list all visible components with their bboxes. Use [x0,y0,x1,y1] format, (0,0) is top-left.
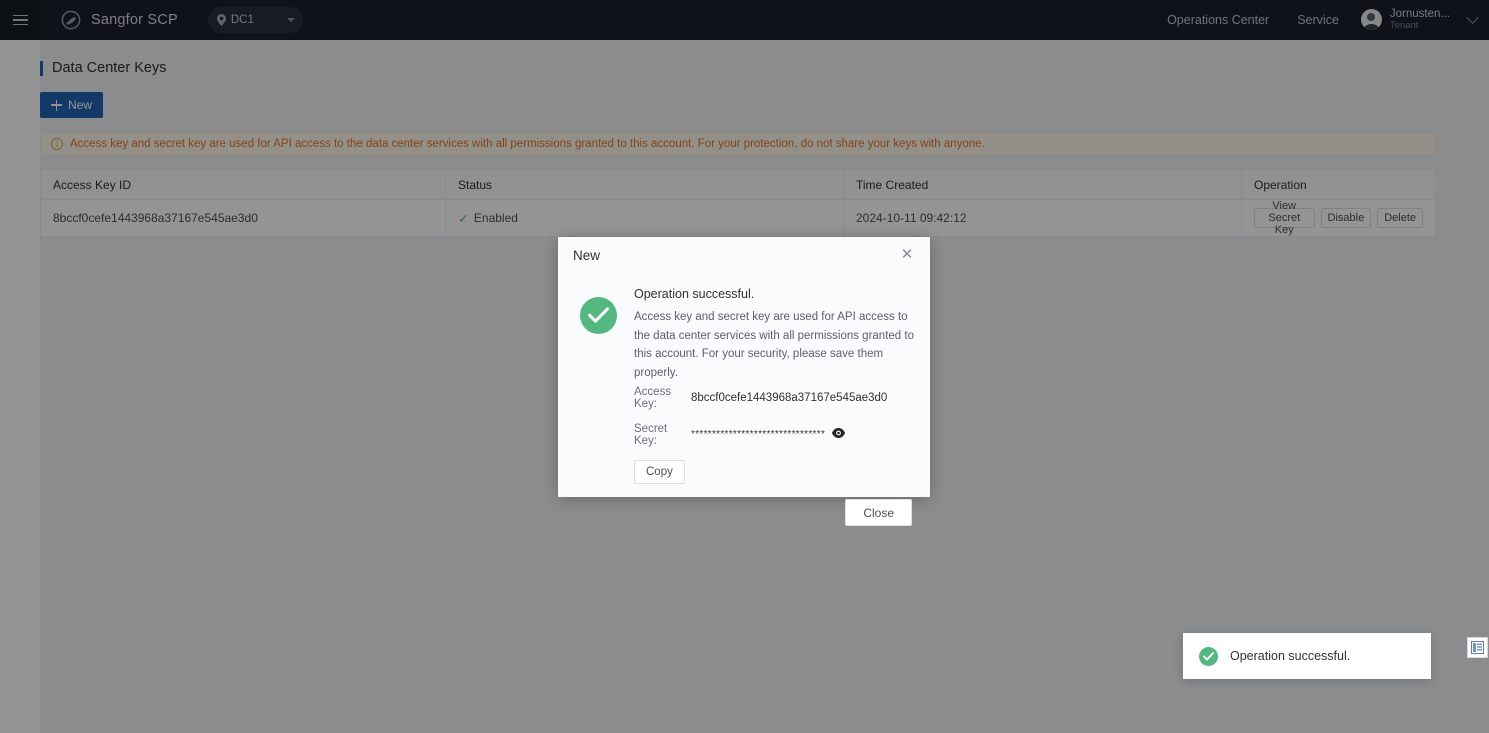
dialog-description: Access key and secret key are used for A… [634,311,914,379]
panel-toggle-button[interactable] [1467,637,1488,658]
toast-message: Operation successful. [1230,649,1351,663]
dialog-text-block: Operation successful. Access key and sec… [634,287,914,484]
success-toast: Operation successful. [1183,633,1431,679]
access-key-row: Access Key: 8bccf0cefe1443968a37167e545a… [634,386,914,410]
new-key-dialog: New ✕ Operation successful. Access key a… [558,237,930,526]
dialog-title: New [573,247,601,263]
panel-toggle-icon [1471,641,1484,654]
eye-icon[interactable] [832,428,846,441]
secret-key-value: ******************************** [691,429,826,440]
close-icon[interactable]: ✕ [899,247,915,263]
dialog-header: New ✕ [558,237,930,273]
check-circle-icon [580,297,617,334]
secret-key-row: Secret Key: ****************************… [634,423,914,447]
dialog-body: Operation successful. Access key and sec… [558,273,930,484]
dialog-footer: Close [558,484,930,542]
dialog-close-button[interactable]: Close [845,499,912,526]
check-circle-icon [1199,646,1218,666]
copy-button[interactable]: Copy [634,459,685,484]
access-key-label: Access Key: [634,385,672,410]
secret-key-label: Secret Key: [634,422,668,447]
access-key-value: 8bccf0cefe1443968a37167e545ae3d0 [691,391,888,404]
application-window: Sangfor SCP DC1 Operations Center Servic… [0,0,1489,733]
dialog-heading: Operation successful. [634,287,755,301]
